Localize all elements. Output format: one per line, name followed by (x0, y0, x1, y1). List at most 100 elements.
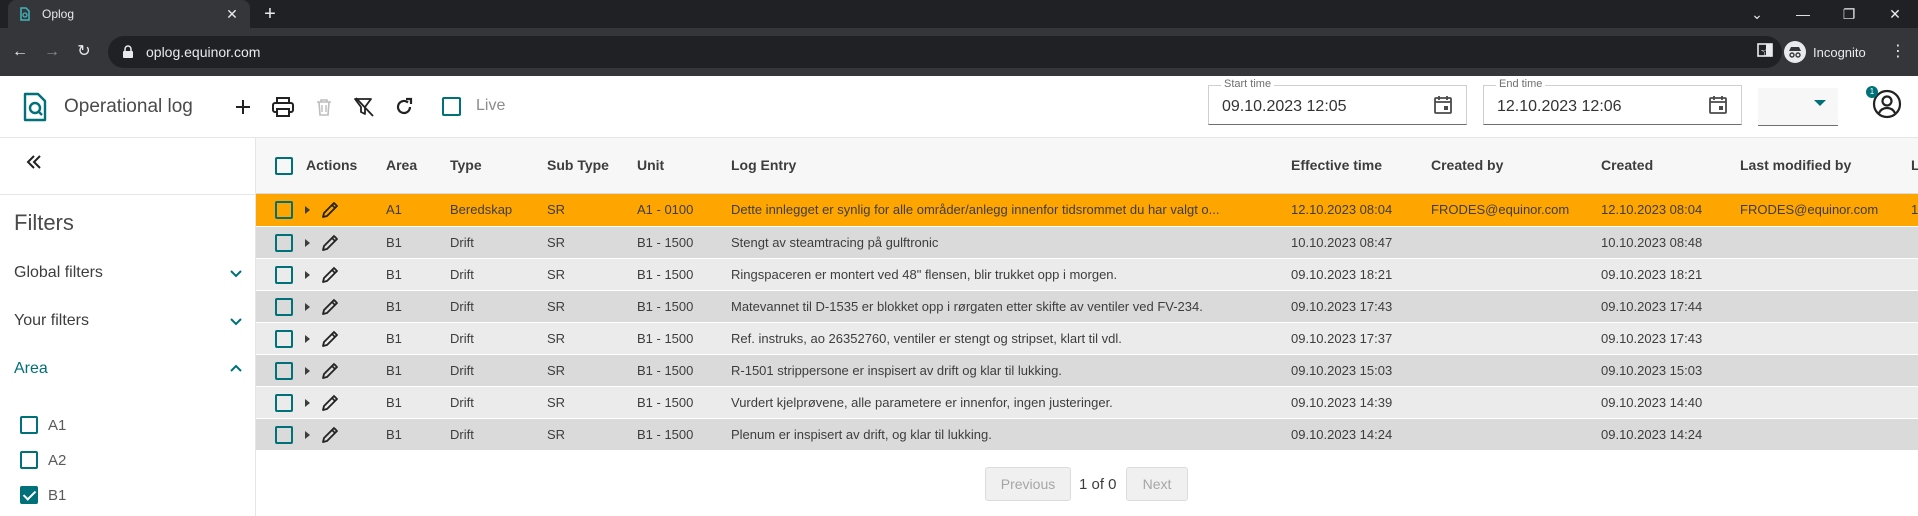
expand-row-icon[interactable] (305, 367, 310, 375)
calendar-icon[interactable] (1708, 95, 1730, 117)
clear-filter-icon[interactable] (351, 94, 377, 120)
incognito-indicator[interactable]: Incognito (1784, 39, 1866, 65)
table-row[interactable]: B1 Drift SR B1 - 1500 Ref. instruks, ao 2635… (256, 322, 1918, 354)
area-checkbox[interactable] (20, 416, 38, 434)
edit-pencil-icon[interactable] (320, 297, 340, 317)
cell-log-entry: Vurdert kjelprøvene, alle parametere er … (731, 395, 1113, 410)
cell-type: Drift (450, 363, 474, 378)
area-section[interactable]: Area (14, 357, 244, 381)
col-subtype[interactable]: Sub Type (547, 157, 609, 173)
row-checkbox[interactable] (275, 426, 293, 444)
row-checkbox[interactable] (275, 201, 293, 219)
table-row[interactable]: A1 Beredskap SR A1 - 0100 Dette innlegget er… (256, 194, 1918, 226)
row-checkbox[interactable] (275, 330, 293, 348)
oplog-logo-icon[interactable] (22, 92, 48, 122)
row-checkbox[interactable] (275, 362, 293, 380)
table-row[interactable]: B1 Drift SR B1 - 1500 Vurdert kjelprøvene, a… (256, 386, 1918, 418)
refresh-icon[interactable] (391, 94, 417, 120)
select-all-checkbox[interactable] (275, 157, 293, 175)
start-time-field[interactable]: Start time 09.10.2023 12:05 (1208, 78, 1467, 125)
delete-icon[interactable] (311, 94, 337, 120)
back-icon[interactable]: ← (8, 40, 32, 64)
col-last-modified-by[interactable]: Last modified by (1740, 157, 1851, 173)
next-button[interactable]: Next (1126, 467, 1188, 501)
global-filters-section[interactable]: Global filters (14, 261, 244, 285)
edit-pencil-icon[interactable] (320, 233, 340, 253)
area-checkbox[interactable] (20, 486, 38, 504)
view-select[interactable] (1758, 88, 1838, 126)
close-window-icon[interactable]: ✕ (1872, 0, 1918, 28)
cell-unit: B1 - 1500 (637, 331, 694, 346)
minimize-icon[interactable]: — (1780, 0, 1826, 28)
reload-icon[interactable]: ↻ (72, 40, 96, 64)
forward-icon[interactable]: → (40, 40, 64, 64)
col-unit[interactable]: Unit (637, 157, 664, 173)
cell-effective-time: 09.10.2023 15:03 (1291, 363, 1393, 378)
col-type[interactable]: Type (450, 157, 482, 173)
edit-pencil-icon[interactable] (320, 329, 340, 349)
table-row[interactable]: B1 Drift SR B1 - 1500 R-1501 strippersone er… (256, 354, 1918, 386)
collapse-sidebar-icon[interactable] (24, 152, 48, 176)
tab-search-icon[interactable]: ⌄ (1734, 0, 1780, 28)
cell-effective-time: 09.10.2023 18:21 (1291, 267, 1393, 282)
edit-pencil-icon[interactable] (320, 200, 340, 220)
calendar-icon[interactable] (1433, 95, 1455, 117)
divider (0, 194, 256, 195)
cell-created: 09.10.2023 14:24 (1601, 427, 1703, 442)
new-tab-icon[interactable]: + (258, 2, 282, 26)
col-area[interactable]: Area (386, 157, 417, 173)
table-row[interactable]: B1 Drift SR B1 - 1500 Matevannet til D-1535 … (256, 290, 1918, 322)
cell-area: B1 (386, 395, 402, 410)
col-effective-time[interactable]: Effective time (1291, 157, 1382, 173)
col-last-modified[interactable]: L (1911, 157, 1918, 173)
expand-row-icon[interactable] (305, 431, 310, 439)
tab-close-icon[interactable]: ✕ (224, 6, 240, 23)
end-time-field[interactable]: End time 12.10.2023 12:06 (1483, 78, 1742, 125)
row-checkbox[interactable] (275, 298, 293, 316)
expand-row-icon[interactable] (305, 206, 310, 214)
col-actions[interactable]: Actions (306, 157, 357, 173)
col-log-entry[interactable]: Log Entry (731, 157, 796, 173)
expand-row-icon[interactable] (305, 399, 310, 407)
area-option-label: B1 (48, 486, 67, 504)
cell-created: 09.10.2023 14:40 (1601, 395, 1703, 410)
print-icon[interactable] (270, 94, 296, 120)
expand-row-icon[interactable] (305, 335, 310, 343)
row-checkbox[interactable] (275, 266, 293, 284)
cell-type: Drift (450, 427, 474, 442)
chevron-down-icon (1814, 100, 1826, 106)
restore-icon[interactable]: ❐ (1826, 0, 1872, 28)
cell-log-entry: R-1501 strippersone er inspisert av drif… (731, 363, 1062, 378)
cell-area: B1 (386, 299, 402, 314)
log-table: Actions Area Type Sub Type Unit Log Entr… (256, 138, 1918, 516)
row-checkbox[interactable] (275, 394, 293, 412)
add-entry-icon[interactable] (230, 94, 256, 120)
expand-row-icon[interactable] (305, 303, 310, 311)
area-option-b1[interactable]: B1 (20, 485, 66, 505)
area-option-a2[interactable]: A2 (20, 450, 66, 470)
expand-row-icon[interactable] (305, 271, 310, 279)
cell-effective-time: 09.10.2023 17:37 (1291, 331, 1393, 346)
area-checkbox[interactable] (20, 451, 38, 469)
expand-row-icon[interactable] (305, 239, 310, 247)
table-row[interactable]: B1 Drift SR B1 - 1500 Ringspaceren er monter… (256, 258, 1918, 290)
live-checkbox[interactable] (442, 97, 461, 116)
edit-pencil-icon[interactable] (320, 361, 340, 381)
browser-menu-icon[interactable]: ⋮ (1889, 42, 1907, 62)
area-option-a1[interactable]: A1 (20, 415, 66, 435)
cell-created: 09.10.2023 18:21 (1601, 267, 1703, 282)
edit-pencil-icon[interactable] (320, 265, 340, 285)
your-filters-section[interactable]: Your filters (14, 309, 244, 333)
edit-pencil-icon[interactable] (320, 393, 340, 413)
col-created[interactable]: Created (1601, 157, 1653, 173)
previous-button[interactable]: Previous (985, 467, 1071, 501)
browser-tab[interactable]: Oplog ✕ (8, 0, 250, 28)
edit-pencil-icon[interactable] (320, 425, 340, 445)
row-checkbox[interactable] (275, 234, 293, 252)
address-bar[interactable]: oplog.equinor.com ☆ (108, 36, 1782, 68)
chevron-up-icon (228, 361, 244, 377)
table-row[interactable]: B1 Drift SR B1 - 1500 Stengt av steamtracing… (256, 226, 1918, 258)
table-row[interactable]: B1 Drift SR B1 - 1500 Plenum er inspisert av… (256, 418, 1918, 450)
col-created-by[interactable]: Created by (1431, 157, 1503, 173)
side-panel-icon[interactable] (1757, 42, 1775, 60)
